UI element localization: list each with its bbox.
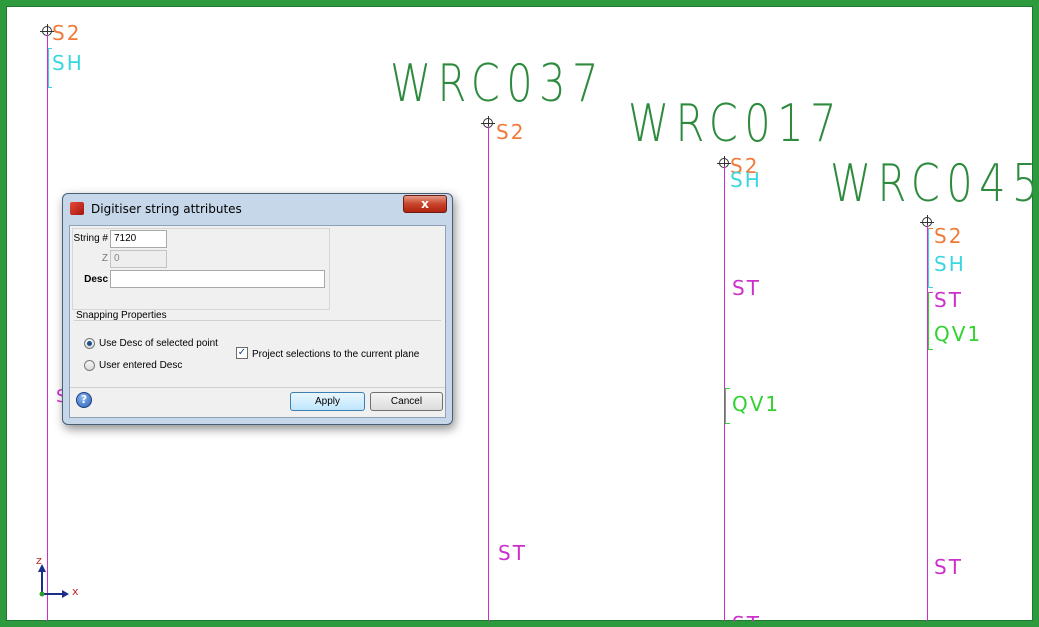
drillhole-trace[interactable]	[47, 34, 48, 621]
axis-label-x: x	[72, 585, 79, 598]
segment-bracket	[48, 48, 52, 88]
app-icon	[70, 202, 84, 215]
radio-user-desc-label[interactable]: User entered Desc	[99, 360, 182, 371]
segment-bracket	[928, 292, 933, 350]
string-number-label: String #	[73, 233, 108, 244]
radio-use-desc[interactable]	[84, 338, 95, 349]
hole-label-wrc037: WRC037	[390, 54, 605, 114]
partial-circles	[14, 0, 154, 12]
hole-label-wrc017: WRC017	[628, 94, 843, 154]
segment-tag-sh: SH	[934, 252, 966, 276]
segment-tag-st: ST	[732, 276, 761, 300]
dialog-body: String # 7120 Z 0 Desc Snapping Properti…	[69, 225, 446, 418]
dialog-title: Digitiser string attributes	[91, 202, 242, 216]
radio-use-desc-label[interactable]: Use Desc of selected point	[99, 338, 218, 349]
close-button[interactable]: x	[403, 195, 447, 213]
segment-tag-st-partial: ST	[732, 612, 761, 627]
project-selections-checkbox[interactable]: ✓	[236, 347, 248, 359]
segment-tag-st: ST	[498, 541, 527, 565]
z-input[interactable]: 0	[110, 250, 167, 268]
segment-tag-qv1: QV1	[934, 322, 983, 346]
footer-separator	[70, 387, 445, 388]
axis-triad: z x	[36, 554, 96, 604]
drillhole-trace[interactable]	[488, 126, 489, 621]
axis-triad-icon	[38, 564, 69, 598]
segment-tag-sh: SH	[52, 51, 84, 75]
segment-tag-s2: S2	[496, 120, 526, 144]
axis-label-z: z	[36, 554, 42, 567]
segment-bracket	[928, 228, 933, 288]
help-icon[interactable]: ?	[76, 392, 92, 408]
radio-user-desc[interactable]	[84, 360, 95, 371]
desc-label: Desc	[84, 274, 108, 285]
dialog-titlebar[interactable]: Digitiser string attributes x	[63, 194, 452, 222]
z-label: Z	[101, 253, 108, 264]
segment-tag-st: ST	[934, 555, 963, 579]
segment-tag-s2: S2	[934, 224, 964, 248]
project-selections-label[interactable]: Project selections to the current plane	[252, 349, 419, 360]
apply-button[interactable]: Apply	[290, 392, 365, 411]
desc-input[interactable]	[110, 270, 325, 288]
segment-tag-sh: SH	[730, 168, 762, 192]
segment-tag-s2: S2	[52, 21, 82, 45]
string-number-input[interactable]: 7120	[110, 230, 167, 248]
segment-tag-qv1: QV1	[732, 392, 781, 416]
digitiser-string-attributes-dialog[interactable]: Digitiser string attributes x String # 7…	[62, 193, 453, 425]
segment-bracket	[725, 388, 730, 424]
segment-tag-st: ST	[934, 288, 963, 312]
hole-label-wrc045: WRC045	[830, 154, 1039, 214]
cancel-button[interactable]: Cancel	[370, 392, 443, 411]
